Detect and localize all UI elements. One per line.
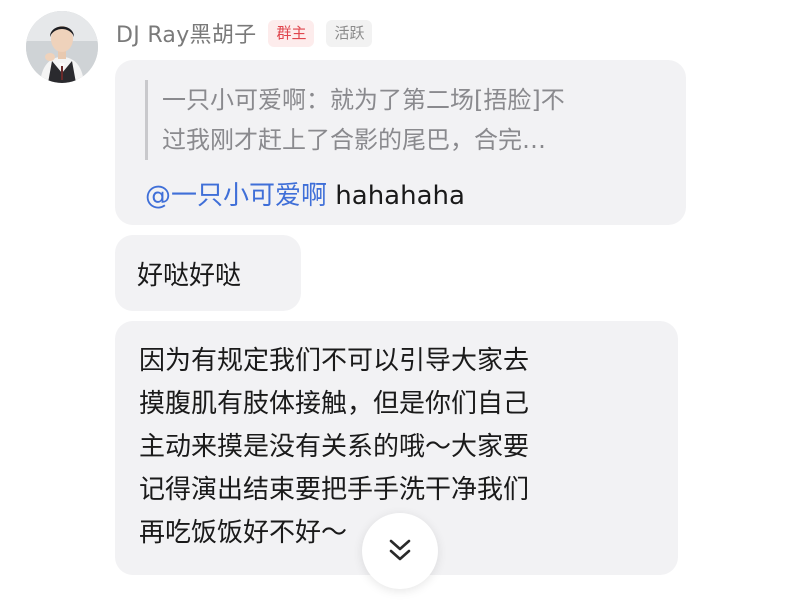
message-line: 记得演出结束要把手手洗干净我们 xyxy=(139,475,530,505)
double-chevron-down-icon xyxy=(389,539,411,561)
scroll-to-bottom-button[interactable] xyxy=(362,513,438,589)
person-avatar-icon xyxy=(26,11,98,83)
sender-name[interactable]: DJ Ray黑胡子 xyxy=(116,17,256,49)
message-line: 摸腹肌有肢体接触，但是你们自己 xyxy=(139,389,530,419)
message-bubble-reply[interactable]: 一只小可爱啊：就为了第二场[捂脸]不 过我刚才赶上了合影的尾巴，合完… @一只小… xyxy=(115,60,686,225)
group-owner-badge: 群主 xyxy=(268,19,315,47)
message-header: DJ Ray黑胡子 群主 活跃 xyxy=(116,16,373,50)
reply-body: hahahaha xyxy=(327,181,465,211)
mention-link[interactable]: @一只小可爱啊 xyxy=(145,181,327,211)
quote-line: 一只小可爱啊：就为了第二场[捂脸]不 xyxy=(162,86,565,114)
message-line: 因为有规定我们不可以引导大家去 xyxy=(139,346,530,376)
message-line: 主动来摸是没有关系的哦～大家要 xyxy=(139,432,530,462)
quoted-message[interactable]: 一只小可爱啊：就为了第二场[捂脸]不 过我刚才赶上了合影的尾巴，合完… xyxy=(145,80,662,160)
active-badge: 活跃 xyxy=(326,19,373,47)
avatar[interactable] xyxy=(26,11,98,83)
quote-line: 过我刚才赶上了合影的尾巴，合完… xyxy=(162,126,546,154)
message-bubble-short[interactable]: 好哒好哒 xyxy=(115,235,301,311)
message-text: 好哒好哒 xyxy=(137,260,242,291)
reply-text: @一只小可爱啊 hahahaha xyxy=(145,176,662,216)
